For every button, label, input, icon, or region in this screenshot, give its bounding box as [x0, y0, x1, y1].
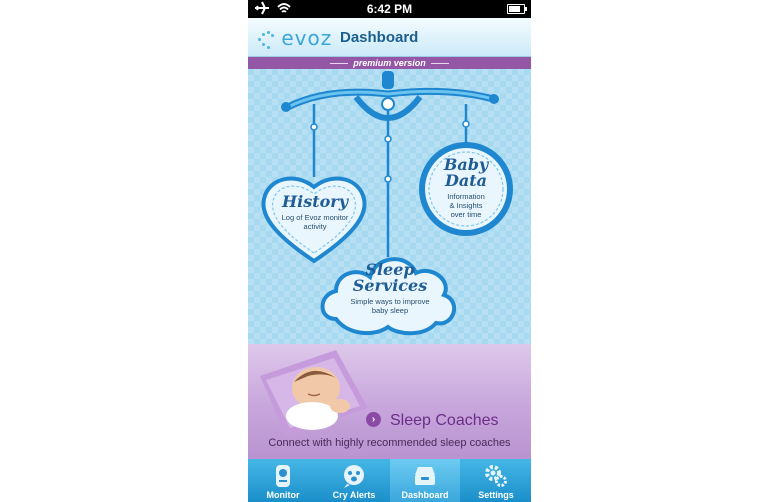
sleep-services-subtitle-line1: Simple ways to improve: [350, 297, 430, 306]
history-subtitle-line2: activity: [303, 222, 327, 231]
sleep-services-title-line2: Services: [352, 276, 428, 295]
tab-dashboard-label: Dashboard: [401, 490, 449, 500]
page-title: Dashboard: [340, 29, 419, 46]
baby-data-subtitle-line2: & Insights: [449, 201, 483, 210]
tab-settings[interactable]: Settings: [461, 459, 531, 502]
baby-data-card[interactable]: Baby Data Information & Insights over ti…: [426, 157, 506, 220]
status-bar: 6:42 PM: [248, 0, 531, 18]
dashboard-icon: [415, 467, 435, 485]
tab-cry-alerts[interactable]: Cry Alerts: [319, 459, 389, 502]
premium-banner: premium version: [248, 57, 531, 69]
tab-monitor-label: Monitor: [266, 490, 300, 500]
history-subtitle: Log of Evoz monitor activity: [268, 213, 362, 231]
baby-data-title-line2: Data: [445, 171, 487, 190]
cry-alerts-icon: [344, 465, 364, 488]
baby-data-subtitle-line3: over time: [450, 210, 482, 219]
history-title: History: [282, 192, 348, 211]
phone-screen: 6:42 PM evoz Dashboard premium version H…: [248, 0, 531, 502]
baby-data-subtitle-line1: Information: [447, 192, 485, 201]
status-time: 6:42 PM: [366, 2, 413, 16]
history-subtitle-line1: Log of Evoz monitor: [281, 213, 349, 222]
battery-icon: [507, 4, 527, 14]
sleep-coaches-subtitle: Connect with highly recommended sleep co…: [268, 437, 511, 449]
sleep-services-subtitle: Simple ways to improve baby sleep: [336, 297, 444, 315]
logo-dots-icon: [258, 30, 274, 49]
tab-bar: Monitor Cry Alerts Dashboard Settings: [248, 459, 531, 502]
baby-data-subtitle: Information & Insights over time: [426, 192, 506, 219]
sleeping-baby-photo: [260, 350, 368, 436]
sleep-services-card[interactable]: Sleep Services Simple ways to improve ba…: [336, 262, 444, 316]
evoz-logo[interactable]: evoz: [258, 26, 332, 50]
monitor-icon: [276, 465, 290, 487]
sleep-coaches-title: Sleep Coaches: [390, 412, 499, 429]
sleep-services-subtitle-line2: baby sleep: [371, 306, 409, 315]
logo-text: evoz: [281, 26, 333, 50]
tab-cry-alerts-label: Cry Alerts: [332, 490, 376, 500]
chevron-right-icon: ›: [366, 412, 381, 427]
nav-bar: evoz Dashboard: [248, 18, 531, 57]
history-card[interactable]: History Log of Evoz monitor activity: [268, 192, 362, 232]
sleep-coaches-promo[interactable]: › Sleep Coaches Connect with highly reco…: [248, 344, 531, 459]
tab-dashboard[interactable]: Dashboard: [390, 459, 460, 502]
tab-settings-label: Settings: [478, 490, 514, 500]
settings-gear-icon: [485, 465, 507, 487]
tab-monitor[interactable]: Monitor: [248, 459, 318, 502]
